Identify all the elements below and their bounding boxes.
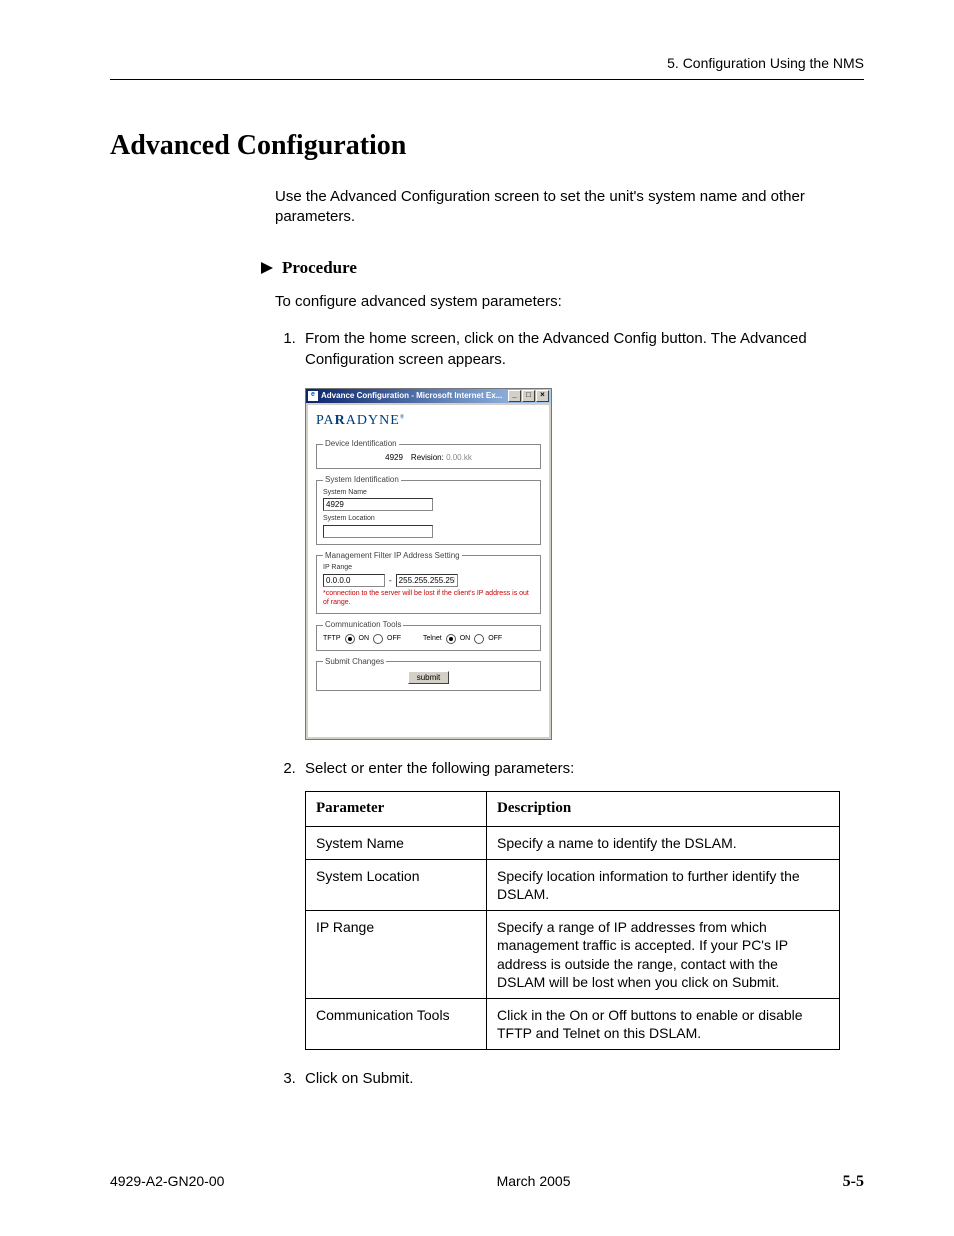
table-header-row: Parameter Description bbox=[306, 792, 840, 827]
communication-tools-group: Communication Tools TFTP ON OFF Telnet O… bbox=[316, 620, 541, 651]
telnet-on-radio[interactable] bbox=[446, 634, 456, 644]
parameters-table: Parameter Description System Name Specif… bbox=[305, 791, 840, 1050]
window-buttons: _ □ × bbox=[508, 390, 549, 402]
intro-paragraph: Use the Advanced Configuration screen to… bbox=[275, 187, 864, 228]
chapter-label: 5. Configuration Using the NMS bbox=[667, 55, 864, 71]
ip-range-separator: - bbox=[389, 576, 392, 586]
tftp-on-label: ON bbox=[359, 635, 370, 643]
submit-button[interactable]: submit bbox=[408, 671, 450, 685]
revision-label: Revision: bbox=[411, 453, 444, 462]
ip-range-end-input[interactable] bbox=[396, 574, 458, 587]
step-3-text: Click on Submit. bbox=[305, 1070, 413, 1087]
procedure-heading: Procedure bbox=[260, 258, 864, 278]
table-row: IP Range Specify a range of IP addresses… bbox=[306, 911, 840, 999]
table-row: System Location Specify location informa… bbox=[306, 859, 840, 910]
step-1: From the home screen, click on the Advan… bbox=[300, 328, 864, 741]
step-3: Click on Submit. bbox=[300, 1068, 864, 1089]
tftp-off-radio[interactable] bbox=[373, 634, 383, 644]
communication-tools-legend: Communication Tools bbox=[323, 620, 403, 630]
maximize-button[interactable]: □ bbox=[522, 390, 535, 402]
param-cell: Communication Tools bbox=[306, 998, 487, 1049]
brand-logo: PARADYNE® bbox=[316, 413, 541, 430]
ip-range-warning: *connection to the server will be lost i… bbox=[323, 590, 534, 608]
minimize-button[interactable]: _ bbox=[508, 390, 521, 402]
running-header: 5. Configuration Using the NMS bbox=[110, 55, 864, 75]
device-identification-group: Device Identification 4929 Revision: 0.0… bbox=[316, 439, 541, 469]
param-cell: System Name bbox=[306, 826, 487, 859]
column-header-description: Description bbox=[487, 792, 840, 827]
window-titlebar: e Advance Configuration - Microsoft Inte… bbox=[306, 389, 551, 403]
desc-cell: Click in the On or Off buttons to enable… bbox=[487, 998, 840, 1049]
procedure-intro: To configure advanced system parameters: bbox=[275, 293, 864, 310]
screenshot-window: e Advance Configuration - Microsoft Inte… bbox=[305, 388, 552, 741]
tftp-label: TFTP bbox=[323, 635, 341, 643]
page-title: Advanced Configuration bbox=[110, 130, 864, 162]
system-identification-legend: System Identification bbox=[323, 475, 401, 485]
system-name-label: System Name bbox=[323, 489, 534, 497]
system-identification-group: System Identification System Name System… bbox=[316, 475, 541, 544]
window-content: PARADYNE® Device Identification 4929 Rev… bbox=[308, 405, 549, 738]
page-footer: 4929-A2-GN20-00 March 2005 5-5 bbox=[110, 1173, 864, 1191]
close-button[interactable]: × bbox=[536, 390, 549, 402]
param-cell: IP Range bbox=[306, 911, 487, 999]
ip-range-start-input[interactable] bbox=[323, 574, 385, 587]
header-rule bbox=[110, 79, 864, 80]
telnet-off-radio[interactable] bbox=[474, 634, 484, 644]
management-filter-legend: Management Filter IP Address Setting bbox=[323, 551, 462, 561]
step-1-text: From the home screen, click on the Advan… bbox=[305, 330, 807, 368]
document-page: 5. Configuration Using the NMS Advanced … bbox=[0, 0, 954, 1236]
device-identification-legend: Device Identification bbox=[323, 439, 399, 449]
procedure-steps: From the home screen, click on the Advan… bbox=[275, 328, 864, 1090]
system-location-label: System Location bbox=[323, 515, 534, 523]
footer-date: March 2005 bbox=[497, 1173, 571, 1189]
system-location-input[interactable] bbox=[323, 525, 433, 538]
desc-cell: Specify location information to further … bbox=[487, 859, 840, 910]
ip-range-label: IP Range bbox=[323, 564, 534, 572]
management-filter-group: Management Filter IP Address Setting IP … bbox=[316, 551, 541, 614]
footer-page-number: 5-5 bbox=[843, 1173, 864, 1191]
tftp-off-label: OFF bbox=[387, 635, 401, 643]
footer-doc-number: 4929-A2-GN20-00 bbox=[110, 1173, 224, 1189]
step-2-text: Select or enter the following parameters… bbox=[305, 760, 574, 777]
table-row: Communication Tools Click in the On or O… bbox=[306, 998, 840, 1049]
param-cell: System Location bbox=[306, 859, 487, 910]
column-header-parameter: Parameter bbox=[306, 792, 487, 827]
revision-value: 0.00.kk bbox=[446, 453, 472, 462]
telnet-on-label: ON bbox=[460, 635, 471, 643]
procedure-label: Procedure bbox=[282, 258, 357, 278]
window-title: Advance Configuration - Microsoft Intern… bbox=[321, 391, 508, 401]
submit-changes-group: Submit Changes submit bbox=[316, 657, 541, 691]
telnet-off-label: OFF bbox=[488, 635, 502, 643]
desc-cell: Specify a name to identify the DSLAM. bbox=[487, 826, 840, 859]
triangle-icon bbox=[260, 261, 274, 275]
desc-cell: Specify a range of IP addresses from whi… bbox=[487, 911, 840, 999]
ie-icon: e bbox=[308, 391, 318, 401]
table-row: System Name Specify a name to identify t… bbox=[306, 826, 840, 859]
step-2: Select or enter the following parameters… bbox=[300, 758, 864, 1050]
telnet-label: Telnet bbox=[423, 635, 442, 643]
submit-changes-legend: Submit Changes bbox=[323, 657, 386, 667]
device-model: 4929 bbox=[385, 453, 403, 463]
tftp-on-radio[interactable] bbox=[345, 634, 355, 644]
system-name-input[interactable] bbox=[323, 498, 433, 511]
